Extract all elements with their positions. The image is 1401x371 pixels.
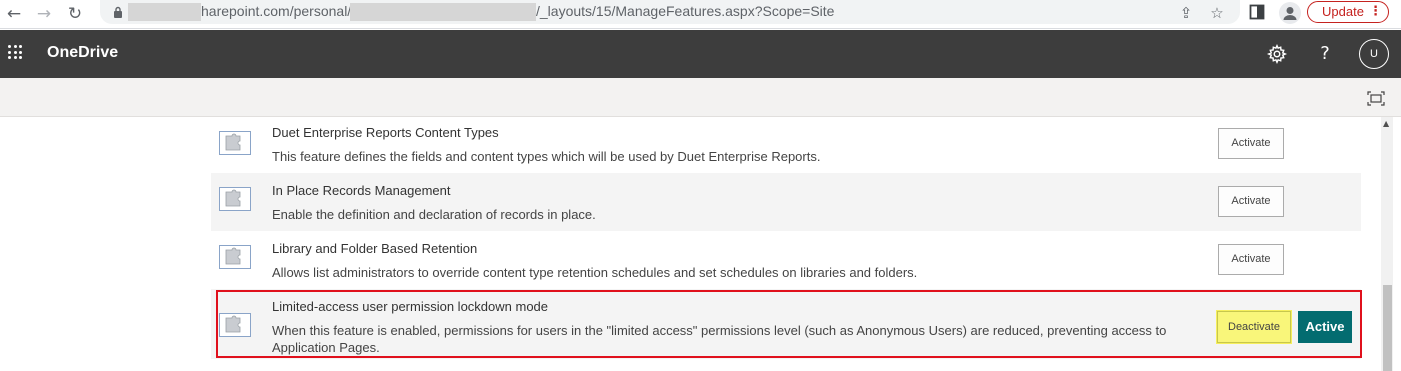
feature-puzzle-icon: [219, 187, 251, 211]
feature-puzzle-icon: [219, 131, 251, 155]
feature-row: Library and Folder Based Retention Allow…: [211, 231, 1361, 289]
star-icon[interactable]: ☆: [1207, 3, 1227, 23]
update-label: Update: [1322, 4, 1364, 19]
app-name[interactable]: OneDrive: [47, 44, 118, 62]
feature-title: In Place Records Management: [272, 183, 451, 198]
share-icon[interactable]: ⇪: [1176, 3, 1196, 23]
url-path: /_layouts/15/ManageFeatures.aspx?Scope=S…: [536, 3, 835, 19]
scroll-up-icon[interactable]: ▲: [1383, 119, 1389, 128]
features-list: Duet Enterprise Reports Content Types Th…: [0, 117, 1401, 371]
status-badge: Active: [1298, 311, 1352, 343]
back-icon[interactable]: ←: [4, 4, 24, 24]
app-launcher-icon[interactable]: [8, 45, 22, 59]
profile-avatar[interactable]: [1279, 2, 1301, 24]
url-host: harepoint.com/personal/: [201, 3, 352, 19]
update-button[interactable]: Update ⋮: [1307, 1, 1389, 23]
feature-title: Duet Enterprise Reports Content Types: [272, 125, 499, 140]
person-icon: [1283, 7, 1297, 20]
help-icon[interactable]: ?: [1313, 42, 1337, 66]
command-bar: [0, 78, 1401, 117]
reload-icon[interactable]: ↻: [65, 4, 85, 24]
feature-row: Duet Enterprise Reports Content Types Th…: [211, 117, 1361, 175]
feature-row: In Place Records Management Enable the d…: [211, 173, 1361, 231]
deactivate-button[interactable]: Deactivate: [1217, 311, 1291, 343]
feature-title: Library and Folder Based Retention: [272, 241, 478, 256]
avatar[interactable]: U: [1359, 39, 1389, 69]
forward-icon[interactable]: →: [34, 4, 54, 24]
focus-mode-icon[interactable]: [1367, 91, 1385, 106]
activate-button[interactable]: Activate: [1218, 244, 1284, 275]
scroll-thumb[interactable]: [1383, 285, 1392, 371]
activate-button[interactable]: Activate: [1218, 128, 1284, 159]
lock-icon: [114, 6, 122, 18]
highlight-annotation: [216, 290, 1362, 358]
feature-description: Enable the definition and declaration of…: [272, 207, 596, 222]
suite-header: OneDrive ? U: [0, 30, 1401, 78]
browser-toolbar: ← → ↻ harepoint.com/personal/ /_layouts/…: [0, 0, 1401, 29]
menu-dots-icon: ⋮: [1369, 4, 1382, 19]
gear-icon[interactable]: [1266, 43, 1288, 65]
feature-description: This feature defines the fields and cont…: [272, 149, 821, 164]
redacted-text: [128, 3, 201, 21]
feature-puzzle-icon: [219, 245, 251, 269]
feature-description: Allows list administrators to override c…: [272, 265, 918, 280]
activate-button[interactable]: Activate: [1218, 186, 1284, 217]
redacted-text: [350, 3, 536, 21]
scrollbar[interactable]: ▲: [1381, 117, 1393, 371]
side-panel-icon[interactable]: [1249, 4, 1265, 20]
